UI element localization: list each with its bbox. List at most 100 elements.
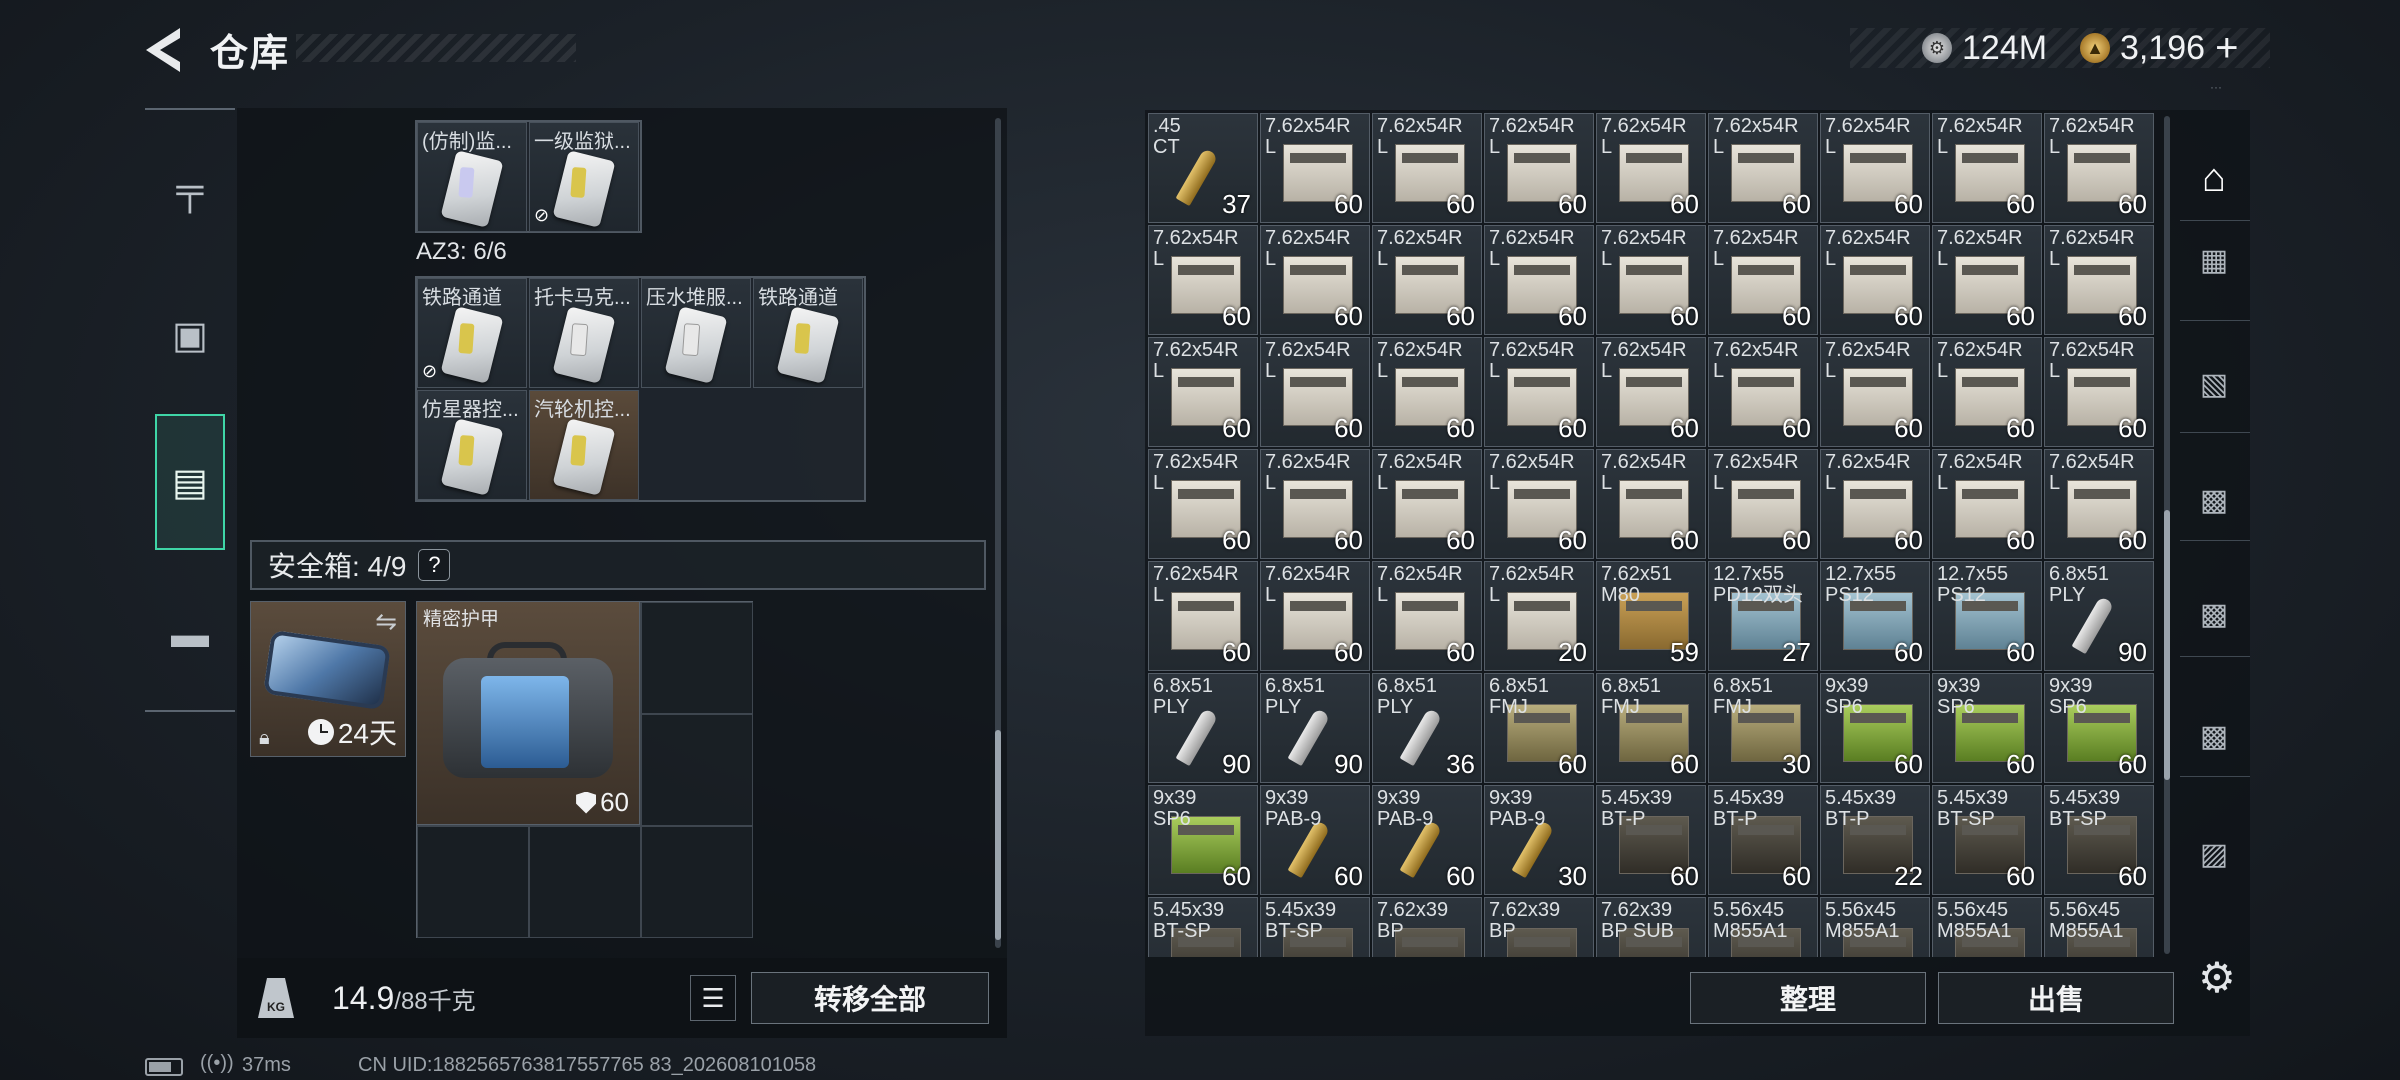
stash-item[interactable]: 7.62x54R L 60 (1932, 113, 2042, 223)
stash-scrollbar-thumb[interactable] (2164, 510, 2170, 780)
stash-item[interactable]: 7.62x54R L 60 (1708, 225, 1818, 335)
list-view-button[interactable]: ☰ (690, 975, 736, 1021)
stash-item[interactable]: .45 CT 37 (1148, 113, 1258, 223)
filter-all[interactable]: ⌂ (2186, 150, 2242, 206)
stash-item[interactable]: 5.56x45 M855A1 (1708, 897, 1818, 957)
stash-item[interactable]: 7.62x54R L 60 (1708, 449, 1818, 559)
sell-button[interactable]: 出售 (1938, 972, 2174, 1024)
stash-item[interactable]: 5.56x45 M855A1 (1932, 897, 2042, 957)
stash-item[interactable]: 7.62x54R L 60 (1260, 113, 1370, 223)
item-cell[interactable]: 一级监狱... ⊘ (529, 122, 639, 232)
stash-item[interactable]: 7.62x54R L 60 (1148, 225, 1258, 335)
rail-item-vest[interactable]: ▣ (155, 285, 225, 385)
stash-item[interactable]: 6.8x51 PLY 90 (1260, 673, 1370, 783)
gold-currency[interactable]: ▲ 3,196 + (2080, 26, 2238, 70)
swap-icon[interactable]: ⇋ (375, 606, 397, 637)
stash-item[interactable]: 5.56x45 M855A1 (1820, 897, 1930, 957)
stash-item[interactable]: 7.62x54R L 60 (1820, 225, 1930, 335)
stash-item[interactable]: 7.62x54R L 60 (1596, 113, 1706, 223)
armor-item[interactable]: 精密护甲 60 (416, 601, 640, 825)
grid-slot[interactable] (641, 602, 753, 714)
filter-misc[interactable]: ▨ (2186, 826, 2242, 882)
stash-item[interactable]: 5.45x39 BT-P 60 (1708, 785, 1818, 895)
stash-item[interactable]: 7.62x54R L 60 (1820, 449, 1930, 559)
stash-item[interactable]: 5.45x39 BT-P 22 (1820, 785, 1930, 895)
filter-medical[interactable]: ▩ (2186, 586, 2242, 642)
item-cell[interactable]: 托卡马克... (529, 278, 639, 388)
stash-item[interactable]: 7.62x54R L 60 (1260, 225, 1370, 335)
stash-item[interactable]: 7.62x54R L 60 (2044, 113, 2154, 223)
filter-ammo[interactable]: ▩ (2186, 472, 2242, 528)
stash-item[interactable]: 9x39 PAB-9 30 (1484, 785, 1594, 895)
item-cell[interactable]: 压水堆服... (641, 278, 751, 388)
stash-item[interactable]: 6.8x51 PLY 90 (2044, 561, 2154, 671)
stash-item[interactable]: 7.62x54R L 60 (1932, 225, 2042, 335)
stash-item[interactable]: 7.62x54R L 60 (1260, 449, 1370, 559)
stash-item[interactable]: 9x39 PAB-9 60 (1372, 785, 1482, 895)
stash-item[interactable]: 7.62x54R L 60 (2044, 337, 2154, 447)
stash-item[interactable]: 7.62x54R L 60 (1484, 449, 1594, 559)
stash-item[interactable]: 7.62x54R L 60 (1372, 449, 1482, 559)
stash-item[interactable]: 6.8x51 PLY 90 (1148, 673, 1258, 783)
back-arrow-icon[interactable] (140, 24, 188, 76)
stash-item[interactable]: 6.8x51 FMJ 60 (1484, 673, 1594, 783)
stash-item[interactable]: 7.62x54R L 60 (1596, 337, 1706, 447)
stash-item[interactable]: 9x39 SP6 60 (2044, 673, 2154, 783)
stash-item[interactable]: 7.62x54R L 60 (1932, 337, 2042, 447)
settings-gear-icon[interactable]: ⚙ (2192, 952, 2242, 1002)
stash-item[interactable]: 5.45x39 BT-SP (1148, 897, 1258, 957)
stash-item[interactable]: 7.62x54R L 60 (2044, 449, 2154, 559)
stash-item[interactable]: 7.62x54R L 60 (1148, 337, 1258, 447)
safe-case-slot[interactable]: ⇋ 🔒︎ 24天 (250, 601, 406, 757)
grid-slot[interactable] (529, 826, 641, 938)
stash-item[interactable]: 12.7x55 PS12 60 (1820, 561, 1930, 671)
grid-slot[interactable] (417, 826, 529, 938)
grid-slot[interactable] (641, 714, 753, 826)
stash-item[interactable]: 7.62x54R L 60 (1820, 113, 1930, 223)
stash-item[interactable]: 12.7x55 PD12双头 27 (1708, 561, 1818, 671)
stash-item[interactable]: 7.62x54R L 60 (1372, 113, 1482, 223)
stash-item[interactable]: 9x39 PAB-9 60 (1260, 785, 1370, 895)
stash-item[interactable]: 7.62x54R L 60 (1596, 225, 1706, 335)
item-cell[interactable]: 汽轮机控... (529, 390, 639, 500)
stash-item[interactable]: 7.62x54R L 20 (1484, 561, 1594, 671)
item-cell[interactable]: 铁路通道 ⊘ (417, 278, 527, 388)
stash-item[interactable]: 6.8x51 FMJ 30 (1708, 673, 1818, 783)
stash-item[interactable]: 12.7x55 PS12 60 (1932, 561, 2042, 671)
filter-gear[interactable]: ▧ (2186, 356, 2242, 412)
stash-item[interactable]: 5.45x39 BT-SP 60 (2044, 785, 2154, 895)
stash-item[interactable]: 9x39 SP6 60 (1820, 673, 1930, 783)
stash-item[interactable]: 9x39 SP6 60 (1932, 673, 2042, 783)
filter-weapons[interactable]: ▦ (2186, 232, 2242, 288)
stash-item[interactable]: 9x39 SP6 60 (1148, 785, 1258, 895)
grid-slot[interactable] (641, 826, 753, 938)
stash-item[interactable]: 6.8x51 PLY 36 (1372, 673, 1482, 783)
transfer-all-button[interactable]: 转移全部 (751, 972, 989, 1024)
stash-item[interactable]: 7.62x54R L 60 (1596, 449, 1706, 559)
stash-item[interactable]: 7.62x54R L 60 (1372, 225, 1482, 335)
stash-item[interactable]: 7.62x54R L 60 (1148, 561, 1258, 671)
rail-item-case[interactable]: ▬ (155, 585, 225, 685)
stash-item[interactable]: 7.62x39 BP (1372, 897, 1482, 957)
stash-item[interactable]: 7.62x54R L 60 (1708, 113, 1818, 223)
stash-item[interactable]: 7.62x54R L 60 (1484, 337, 1594, 447)
add-currency-button[interactable]: + (2215, 26, 2238, 71)
stash-item[interactable]: 7.62x54R L 60 (1820, 337, 1930, 447)
item-cell[interactable]: 仿星器控... (417, 390, 527, 500)
stash-item[interactable]: 7.62x39 BP SUB (1596, 897, 1706, 957)
item-cell[interactable]: 铁路通道 (753, 278, 863, 388)
stash-item[interactable]: 7.62x54R L 60 (1372, 337, 1482, 447)
left-scrollbar-thumb[interactable] (995, 730, 1001, 940)
stash-item[interactable]: 7.62x54R L 60 (1372, 561, 1482, 671)
stash-item[interactable]: 5.56x45 M855A1 (2044, 897, 2154, 957)
stash-item[interactable]: 7.62x54R L 60 (1260, 337, 1370, 447)
stash-item[interactable]: 5.45x39 BT-SP 60 (1932, 785, 2042, 895)
stash-item[interactable]: 7.62x54R L 60 (1260, 561, 1370, 671)
stash-item[interactable]: 7.62x54R L 60 (1932, 449, 2042, 559)
stash-item[interactable]: 7.62x54R L 60 (1484, 225, 1594, 335)
stash-item[interactable]: 5.45x39 BT-SP (1260, 897, 1370, 957)
stash-item[interactable]: 7.62x54R L 60 (2044, 225, 2154, 335)
stash-item[interactable]: 5.45x39 BT-P 60 (1596, 785, 1706, 895)
sort-button[interactable]: 整理 (1690, 972, 1926, 1024)
stash-item[interactable]: 7.62x51 M80 59 (1596, 561, 1706, 671)
